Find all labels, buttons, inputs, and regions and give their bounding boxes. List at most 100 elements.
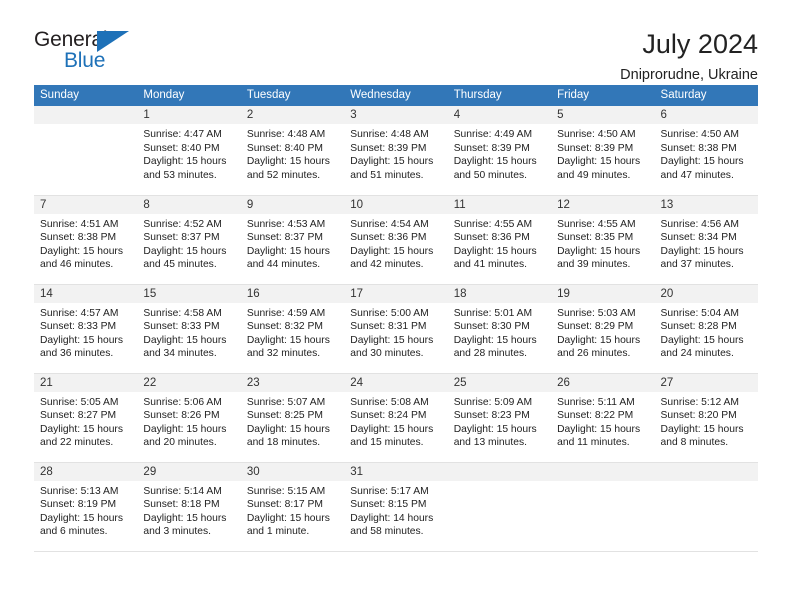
calendar-day-cell[interactable]: 18 Sunrise: 5:01 AM Sunset: 8:30 PM Dayligh… [447,283,552,374]
calendar-day-cell[interactable]: 7 Sunrise: 4:51 AM Sunset: 8:38 PM Daylight… [34,194,138,285]
daylight-duration-line2: and 47 minutes. [660,169,734,181]
sunset-time: Sunset: 8:32 PM [246,321,323,333]
calendar-body: 1 Sunrise: 4:47 AM Sunset: 8:40 PM Daylight… [34,106,758,552]
sunset-time: Sunset: 8:34 PM [660,232,737,244]
weekday-header-friday: Friday [551,85,655,106]
day-number: 16 [240,284,345,303]
day-details: Sunrise: 4:54 AM Sunset: 8:36 PM Daylight:… [344,214,447,272]
sunrise-time: Sunrise: 4:48 AM [246,129,326,140]
sunset-time: Sunset: 8:28 PM [660,321,737,333]
day-number: 12 [551,195,655,214]
daylight-duration-line1: Daylight: 15 hours [453,156,537,168]
calendar-day-cell[interactable]: 5 Sunrise: 4:50 AM Sunset: 8:39 PM Daylight… [551,106,655,196]
daylight-duration-line2: and 3 minutes. [143,526,211,538]
calendar-day-cell-empty [654,461,758,552]
daylight-duration-line1: Daylight: 15 hours [246,423,330,435]
day-number: 22 [137,373,241,392]
sunset-time: Sunset: 8:39 PM [350,142,427,154]
calendar-day-cell[interactable]: 19 Sunrise: 5:03 AM Sunset: 8:29 PM Dayligh… [551,283,655,374]
calendar-day-cell[interactable]: 29 Sunrise: 5:14 AM Sunset: 8:18 PM Dayligh… [137,461,241,552]
daylight-duration-line1: Daylight: 15 hours [557,334,641,346]
calendar-day-cell[interactable]: 30 Sunrise: 5:15 AM Sunset: 8:17 PM Dayligh… [240,461,345,552]
calendar-day-cell[interactable]: 12 Sunrise: 4:55 AM Sunset: 8:35 PM Dayligh… [551,194,655,285]
sunrise-sunset-calendar: Sunday Monday Tuesday Wednesday Thursday… [34,85,758,552]
calendar-day-cell[interactable]: 21 Sunrise: 5:05 AM Sunset: 8:27 PM Dayligh… [34,372,138,463]
page-header: General Blue July 2024 Dniprorudne, Ukra… [0,0,792,83]
calendar-day-cell[interactable]: 2 Sunrise: 4:48 AM Sunset: 8:40 PM Daylight… [240,106,345,196]
daylight-duration-line1: Daylight: 15 hours [453,245,537,257]
calendar-day-cell[interactable]: 23 Sunrise: 5:07 AM Sunset: 8:25 PM Dayligh… [240,372,345,463]
sunrise-time: Sunrise: 5:08 AM [350,396,429,408]
sunrise-time: Sunrise: 5:06 AM [143,396,222,408]
sunset-time: Sunset: 8:20 PM [660,410,737,422]
calendar-day-cell[interactable]: 20 Sunrise: 5:04 AM Sunset: 8:28 PM Dayligh… [654,283,758,374]
day-number: 23 [240,373,345,392]
sunrise-time: Sunrise: 4:55 AM [453,218,533,230]
daylight-duration-line1: Daylight: 15 hours [40,334,123,346]
sunrise-time: Sunrise: 4:51 AM [40,218,119,230]
daylight-duration-line1: Daylight: 15 hours [350,156,434,168]
daylight-duration-line1: Daylight: 15 hours [246,512,330,524]
calendar-day-cell[interactable]: 3 Sunrise: 4:48 AM Sunset: 8:39 PM Daylight… [344,106,448,196]
calendar-day-cell[interactable]: 28 Sunrise: 5:13 AM Sunset: 8:19 PM Dayligh… [34,461,138,552]
calendar-day-cell[interactable]: 27 Sunrise: 5:12 AM Sunset: 8:20 PM Dayligh… [654,372,758,463]
day-details: Sunrise: 4:50 AM Sunset: 8:38 PM Daylight:… [655,124,758,182]
sunrise-time: Sunrise: 5:15 AM [246,485,326,497]
sunrise-time: Sunrise: 5:03 AM [557,307,636,319]
daylight-duration-line2: and 1 minute. [246,526,310,538]
calendar-day-cell[interactable]: 17 Sunrise: 5:00 AM Sunset: 8:31 PM Dayligh… [344,283,448,374]
calendar-day-cell[interactable]: 15 Sunrise: 4:58 AM Sunset: 8:33 PM Dayligh… [137,283,241,374]
sunset-time: Sunset: 8:40 PM [143,142,220,154]
calendar-day-cell[interactable]: 1 Sunrise: 4:47 AM Sunset: 8:40 PM Daylight… [137,106,241,196]
calendar-day-cell[interactable]: 16 Sunrise: 4:59 AM Sunset: 8:32 PM Dayligh… [240,283,345,374]
day-number: 24 [344,373,448,392]
day-details: Sunrise: 5:06 AM Sunset: 8:26 PM Daylight:… [137,392,240,450]
calendar-day-cell[interactable]: 4 Sunrise: 4:49 AM Sunset: 8:39 PM Daylight… [447,106,552,196]
calendar-day-cell[interactable]: 13 Sunrise: 4:56 AM Sunset: 8:34 PM Dayligh… [654,194,758,285]
calendar-day-cell[interactable]: 9 Sunrise: 4:53 AM Sunset: 8:37 PM Daylight… [240,194,345,285]
weekday-header-monday: Monday [137,85,241,106]
calendar-day-cell[interactable]: 24 Sunrise: 5:08 AM Sunset: 8:24 PM Dayligh… [344,372,448,463]
day-details: Sunrise: 4:55 AM Sunset: 8:36 PM Daylight:… [448,214,551,272]
title-block: July 2024 Dniprorudne, Ukraine [620,28,758,86]
sunrise-time: Sunrise: 5:01 AM [453,307,533,319]
calendar-week-row: 21 Sunrise: 5:05 AM Sunset: 8:27 PM Dayligh… [34,372,758,463]
calendar-day-cell[interactable]: 6 Sunrise: 4:50 AM Sunset: 8:38 PM Daylight… [654,106,758,196]
calendar-day-cell[interactable]: 8 Sunrise: 4:52 AM Sunset: 8:37 PM Daylight… [137,194,241,285]
day-details: Sunrise: 5:08 AM Sunset: 8:24 PM Daylight:… [344,392,447,450]
calendar-day-cell[interactable]: 10 Sunrise: 4:54 AM Sunset: 8:36 PM Dayligh… [344,194,448,285]
daylight-duration-line1: Daylight: 15 hours [40,512,123,524]
sunrise-time: Sunrise: 5:04 AM [660,307,739,319]
daylight-duration-line1: Daylight: 15 hours [660,156,744,168]
day-details: Sunrise: 5:13 AM Sunset: 8:19 PM Daylight:… [34,481,137,539]
day-details: Sunrise: 4:58 AM Sunset: 8:33 PM Daylight:… [137,303,240,361]
day-number: 29 [137,462,241,481]
sunset-time: Sunset: 8:19 PM [40,499,117,511]
sunrise-time: Sunrise: 4:50 AM [660,129,739,140]
sunrise-time: Sunrise: 5:14 AM [143,485,222,497]
sunrise-time: Sunrise: 4:49 AM [453,129,533,140]
sunset-time: Sunset: 8:36 PM [350,232,427,244]
daylight-duration-line1: Daylight: 15 hours [660,423,744,435]
calendar-day-cell[interactable]: 11 Sunrise: 4:55 AM Sunset: 8:36 PM Dayligh… [447,194,552,285]
sunrise-time: Sunrise: 5:00 AM [350,307,429,319]
calendar-day-cell-empty [551,461,655,552]
calendar-day-cell[interactable]: 25 Sunrise: 5:09 AM Sunset: 8:23 PM Dayligh… [447,372,552,463]
daylight-duration-line1: Daylight: 15 hours [453,423,537,435]
daylight-duration-line1: Daylight: 15 hours [660,245,744,257]
calendar-day-cell[interactable]: 31 Sunrise: 5:17 AM Sunset: 8:15 PM Dayligh… [344,461,448,552]
day-number [34,106,138,124]
calendar-day-cell[interactable]: 26 Sunrise: 5:11 AM Sunset: 8:22 PM Dayligh… [551,372,655,463]
daylight-duration-line1: Daylight: 14 hours [350,512,434,524]
general-blue-logo: General Blue [34,28,138,74]
day-details: Sunrise: 4:48 AM Sunset: 8:39 PM Daylight:… [344,124,447,182]
daylight-duration-line2: and 58 minutes. [350,526,424,538]
daylight-duration-line1: Daylight: 15 hours [143,245,227,257]
day-number: 10 [344,195,448,214]
sunset-time: Sunset: 8:40 PM [246,142,323,154]
day-details: Sunrise: 4:55 AM Sunset: 8:35 PM Daylight:… [551,214,654,272]
calendar-day-cell[interactable]: 14 Sunrise: 4:57 AM Sunset: 8:33 PM Dayligh… [34,283,138,374]
calendar-day-cell[interactable]: 22 Sunrise: 5:06 AM Sunset: 8:26 PM Dayligh… [137,372,241,463]
day-number: 6 [654,106,758,124]
day-number: 14 [34,284,138,303]
